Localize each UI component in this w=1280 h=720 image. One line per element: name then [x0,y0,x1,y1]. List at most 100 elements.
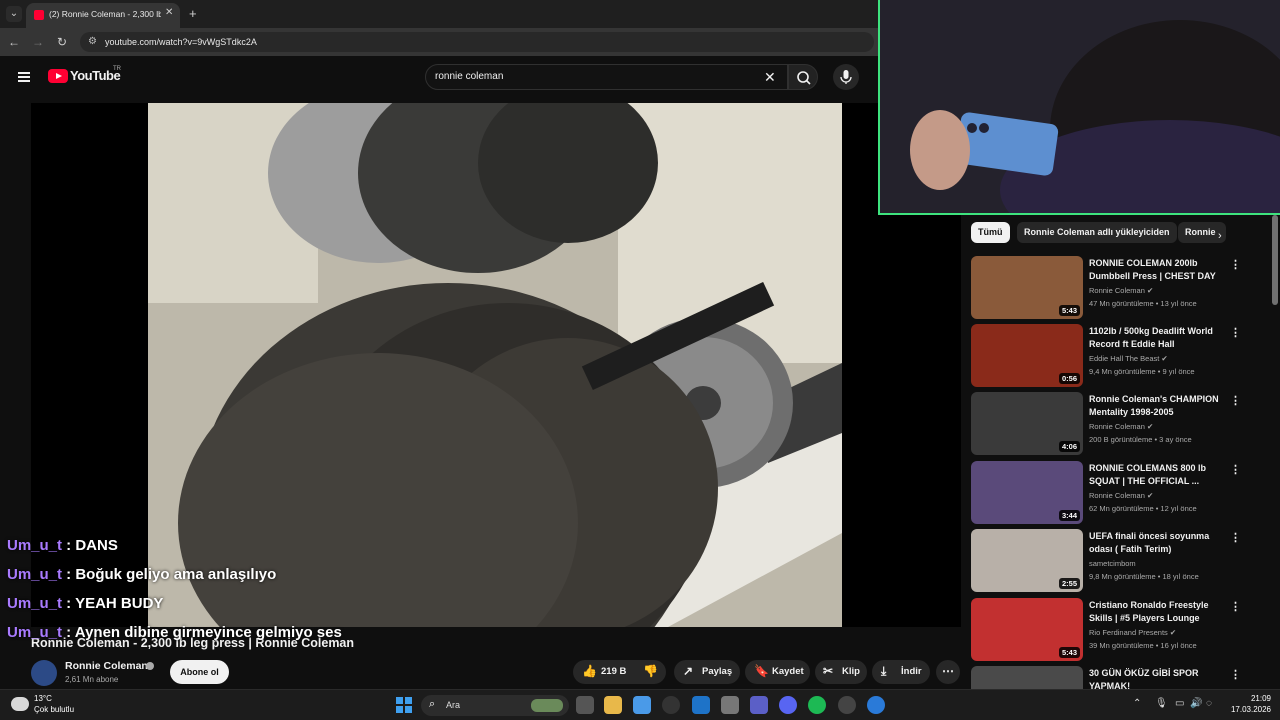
rec-title[interactable]: Cristiano Ronaldo Freestyle Skills | #5 … [1089,599,1219,625]
rec-channel[interactable]: Eddie Hall The Beast ✔ [1089,354,1168,363]
app-icon[interactable] [662,696,680,714]
forward-icon[interactable]: → [29,33,47,51]
microphone-icon[interactable]: 🎙 [1155,698,1168,709]
rec-title[interactable]: RONNIE COLEMAN 200lb Dumbbell Press | CH… [1089,257,1219,283]
more-vert-icon[interactable]: ⋮ [1230,600,1241,613]
clip-button[interactable]: ✂ Klip [815,660,867,684]
site-info-icon[interactable]: ⚙ [88,36,97,47]
outlook-icon[interactable] [692,696,710,714]
dislike-icon[interactable]: 👎 [643,664,658,678]
chevron-up-icon[interactable]: ⌃ [1133,698,1141,709]
save-button[interactable]: 🔖 Kaydet [745,660,810,684]
duration-badge: 3:44 [1058,510,1080,521]
more-vert-icon[interactable]: ⋮ [1230,394,1241,407]
like-icon[interactable]: 👍 [582,664,597,678]
leg-press-video-image [148,103,842,627]
steam-icon[interactable] [838,696,856,714]
more-vert-icon[interactable]: ⋮ [1230,326,1241,339]
search-input[interactable]: ronnie coleman ✕ [425,64,788,90]
notification-icon[interactable]: ◌ [1206,698,1212,709]
youtube-logo-icon[interactable] [48,69,68,83]
video-thumbnail[interactable]: 3:44 [971,461,1083,524]
reload-icon[interactable]: ↻ [53,33,71,51]
recommendation-item[interactable]: 3:44 RONNIE COLEMANS 800 lb SQUAT | THE … [971,461,1246,525]
recommendation-item[interactable]: 5:43 Cristiano Ronaldo Freestyle Skills … [971,598,1246,662]
address-bar[interactable]: ⚙ youtube.com/watch?v=9vWgSTdkc2A [80,32,874,52]
rec-channel-name[interactable]: Eddie Hall The Beast [1089,354,1159,363]
rec-channel[interactable]: Rio Ferdinand Presents ✔ [1089,628,1176,637]
recommendation-item[interactable]: 4:06 Ronnie Coleman's CHAMPION Mentality… [971,392,1246,456]
monitor-icon[interactable]: ▭ [1175,698,1184,709]
scrollbar[interactable] [1272,215,1278,305]
chrome-icon[interactable] [867,696,885,714]
tab-close-icon[interactable]: ✕ [165,7,173,18]
rec-title[interactable]: 30 GÜN ÖKÜZ GİBİ SPOR YAPMAK! [1089,667,1219,689]
chip-all[interactable]: Tümü [971,222,1010,243]
copilot-icon[interactable] [633,696,651,714]
clear-search-icon[interactable]: ✕ [764,69,776,86]
rec-channel-name[interactable]: Ronnie Coleman [1089,491,1145,500]
search-query[interactable]: ronnie coleman [435,71,503,82]
voice-search-button[interactable] [833,64,859,90]
video-thumbnail[interactable]: 4:06 [971,392,1083,455]
weather-description[interactable]: Çok bulutlu [34,705,74,714]
store-icon[interactable] [721,696,739,714]
discord-icon[interactable] [779,696,797,714]
rec-channel-name[interactable]: Ronnie Coleman [1089,286,1145,295]
more-vert-icon[interactable]: ⋮ [1230,258,1241,271]
spotify-icon[interactable] [808,696,826,714]
new-tab-button[interactable]: + [189,6,197,21]
subscribe-button[interactable]: Abone ol [170,660,229,684]
recommendation-item[interactable]: 2:55 UEFA finali öncesi soyunma odası ( … [971,529,1246,593]
rec-channel[interactable]: sametcimbom [1089,559,1136,568]
chevron-right-icon[interactable]: › [1218,230,1222,242]
recommendation-item[interactable]: 30 GÜN ÖKÜZ GİBİ SPOR YAPMAK! ⋮ [971,666,1246,689]
rec-channel-name[interactable]: Rio Ferdinand Presents [1089,628,1168,637]
video-player[interactable] [31,103,961,627]
tab-search-button[interactable]: ⌄ [6,6,22,22]
chat-username: Um_u_t [7,537,63,554]
rec-channel-name[interactable]: Ronnie Coleman [1089,422,1145,431]
video-thumbnail[interactable]: 2:55 [971,529,1083,592]
search-button[interactable] [788,64,818,90]
channel-name[interactable]: Ronnie Coleman [65,660,148,672]
rec-channel[interactable]: Ronnie Coleman ✔ [1089,286,1153,295]
recommendation-item[interactable]: 5:43 RONNIE COLEMAN 200lb Dumbbell Press… [971,256,1246,320]
more-vert-icon[interactable]: ⋮ [1230,531,1241,544]
clock-time[interactable]: 21:09 [1221,694,1271,703]
rec-title[interactable]: Ronnie Coleman's CHAMPION Mentality 1998… [1089,393,1219,419]
rec-title[interactable]: UEFA finali öncesi soyunma odası ( Fatih… [1089,530,1219,556]
browser-tab[interactable]: (2) Ronnie Coleman - 2,300 lb l ✕ [26,3,180,28]
download-button[interactable]: ⤓ İndir [872,660,930,684]
teams-icon[interactable] [750,696,768,714]
video-frame[interactable] [148,103,842,627]
video-thumbnail[interactable]: 5:43 [971,256,1083,319]
volume-icon[interactable]: 🔊 [1190,698,1202,709]
rec-title[interactable]: RONNIE COLEMANS 800 lb SQUAT | THE OFFIC… [1089,462,1219,488]
more-actions-button[interactable]: ⋯ [936,660,960,684]
task-view-icon[interactable] [576,696,594,714]
channel-avatar[interactable] [31,660,57,686]
chip-uploader[interactable]: Ronnie Coleman adlı yükleyiciden [1017,222,1177,243]
windows-start-icon[interactable] [396,697,412,713]
file-explorer-icon[interactable] [604,696,622,714]
share-button[interactable]: ↗ Paylaş [674,660,740,684]
url-text[interactable]: youtube.com/watch?v=9vWgSTdkc2A [105,37,257,47]
like-count[interactable]: 219 B [601,666,626,677]
clock-date[interactable]: 17.03.2026 [1221,705,1271,714]
rec-channel[interactable]: Ronnie Coleman ✔ [1089,422,1153,431]
back-icon[interactable]: ← [5,33,23,51]
video-thumbnail[interactable] [971,666,1083,689]
video-thumbnail[interactable]: 0:56 [971,324,1083,387]
hamburger-menu-icon[interactable] [18,72,30,82]
rec-channel[interactable]: Ronnie Coleman ✔ [1089,491,1153,500]
video-thumbnail[interactable]: 5:43 [971,598,1083,661]
rec-channel-name[interactable]: sametcimbom [1089,559,1136,568]
cloud-icon[interactable] [11,697,29,711]
more-vert-icon[interactable]: ⋮ [1230,463,1241,476]
more-vert-icon[interactable]: ⋮ [1230,668,1241,681]
weather-temperature[interactable]: 13°C [34,694,52,703]
rec-title[interactable]: 1102lb / 500kg Deadlift World Record ft … [1089,325,1219,351]
recommendation-item[interactable]: 0:56 1102lb / 500kg Deadlift World Recor… [971,324,1246,388]
taskbar-search[interactable]: ⌕ Ara [421,695,569,716]
